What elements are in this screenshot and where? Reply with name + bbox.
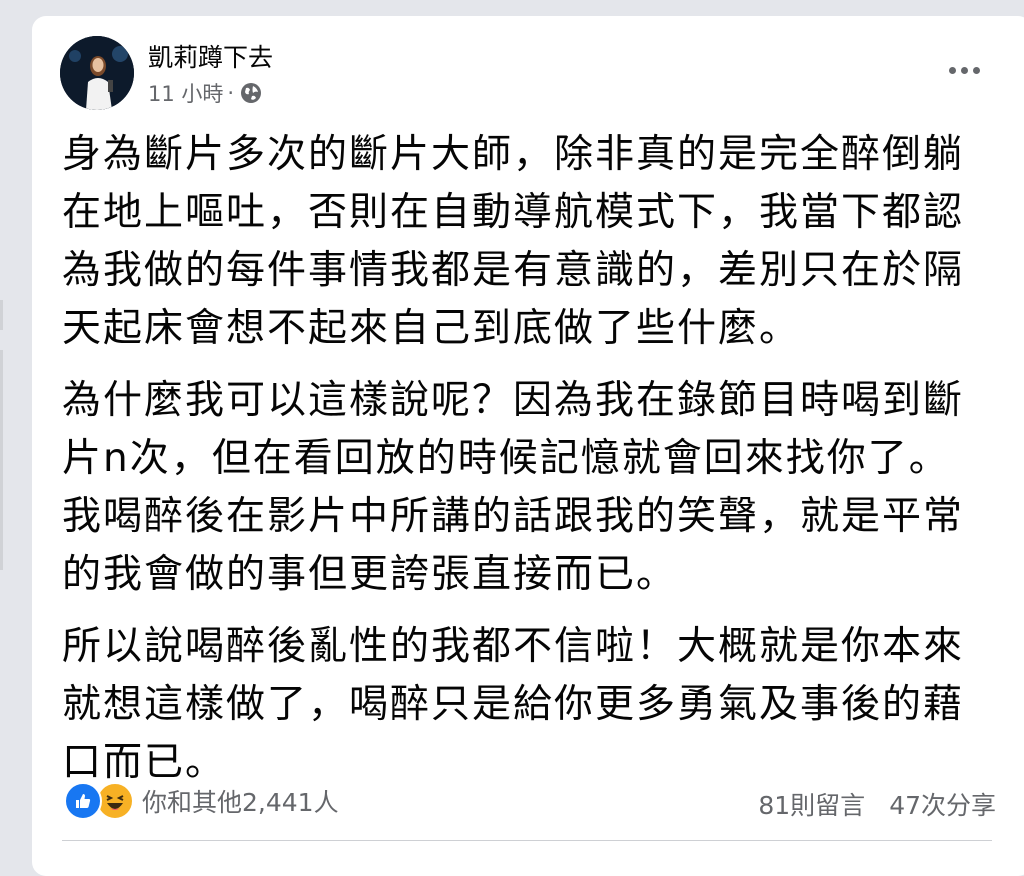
like-icon	[64, 782, 102, 820]
meta-separator: ·	[227, 81, 235, 105]
post-line: 就想這樣做了，喝醉只是給你更多勇氣及事後的藉	[62, 682, 965, 727]
globe-icon	[241, 83, 262, 103]
avatar[interactable]	[60, 36, 134, 110]
post-paragraph: 為什麼我可以這樣說呢？因為我在錄節目時喝到斷 片n次，但在看回放的時候記憶就會回…	[62, 372, 992, 604]
more-options-button[interactable]	[944, 52, 984, 88]
post-line: 在地上嘔吐，否則在自動導航模式下，我當下都認	[62, 190, 965, 235]
post-stats: 81則留言 47次分享	[758, 786, 996, 822]
post-line: 天起床會想不起來自己到底做了些什麼。	[62, 306, 801, 351]
post-line: 我喝醉後在影片中所講的話跟我的笑聲，就是平常	[62, 494, 965, 539]
post-meta: 11 小時 ·	[148, 78, 262, 108]
post-line: 片n次，但在看回放的時候記憶就會回來找你了。	[62, 436, 950, 481]
post-line: 為什麼我可以這樣說呢？因為我在錄節目時喝到斷	[62, 378, 965, 423]
comments-count[interactable]: 81則留言	[758, 786, 865, 822]
more-dot	[948, 66, 956, 74]
avatar-image	[60, 36, 134, 110]
shares-count[interactable]: 47次分享	[889, 786, 996, 822]
left-edge-mark	[0, 300, 3, 330]
divider	[62, 840, 992, 841]
post-line: 為我做的每件事情我都是有意識的，差別只在於隔	[62, 248, 965, 293]
post-paragraph: 所以說喝醉後亂性的我都不信啦！大概就是你本來 就想這樣做了，喝醉只是給你更多勇氣…	[62, 618, 992, 792]
post-line: 身為斷片多次的斷片大師，除非真的是完全醉倒躺	[62, 132, 965, 177]
post-time[interactable]: 11 小時	[148, 78, 223, 108]
author-name[interactable]: 凱莉蹲下去	[148, 38, 273, 74]
post-line: 的我會做的事但更誇張直接而已。	[62, 552, 678, 597]
more-dot	[960, 66, 968, 74]
post-line: 所以說喝醉後亂性的我都不信啦！大概就是你本來	[62, 624, 965, 669]
left-edge-mark	[0, 350, 3, 570]
laughing-face-glyph	[106, 795, 124, 810]
more-dot	[972, 66, 980, 74]
thumbs-up-glyph	[76, 794, 91, 808]
post-body: 身為斷片多次的斷片大師，除非真的是完全醉倒躺 在地上嘔吐，否則在自動導航模式下，…	[62, 126, 992, 806]
post-paragraph: 身為斷片多次的斷片大師，除非真的是完全醉倒躺 在地上嘔吐，否則在自動導航模式下，…	[62, 126, 992, 358]
reaction-count[interactable]: 你和其他2,441人	[142, 783, 339, 819]
reactions-summary[interactable]: 你和其他2,441人	[64, 782, 339, 820]
